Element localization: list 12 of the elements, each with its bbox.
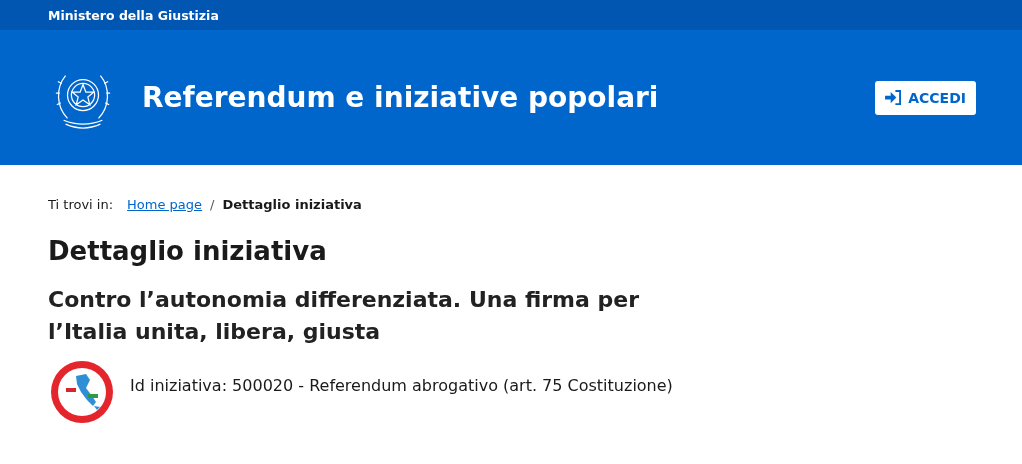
breadcrumb-separator: / <box>210 197 215 212</box>
site-title: Referendum e iniziative popolari <box>142 81 660 114</box>
login-button[interactable]: ACCEDI <box>875 80 976 115</box>
page-title: Dettaglio iniziativa <box>48 235 328 268</box>
initiative-logo <box>50 360 114 424</box>
login-icon <box>885 90 903 105</box>
breadcrumb-prefix: Ti trovi in: <box>48 197 114 212</box>
ministry-label: Ministero della Giustizia <box>48 7 219 23</box>
breadcrumb-current: Dettaglio iniziativa <box>222 197 362 212</box>
initiative-title: Contro l’autonomia differenziata. Una firma per l’Italia unita, libera, giusta <box>48 286 640 346</box>
breadcrumb-link[interactable]: Home page <box>127 197 203 212</box>
initiative-info: Id iniziativa: 500020 - Referendum abrogativo (art. 75 Costituzione) <box>130 375 673 395</box>
